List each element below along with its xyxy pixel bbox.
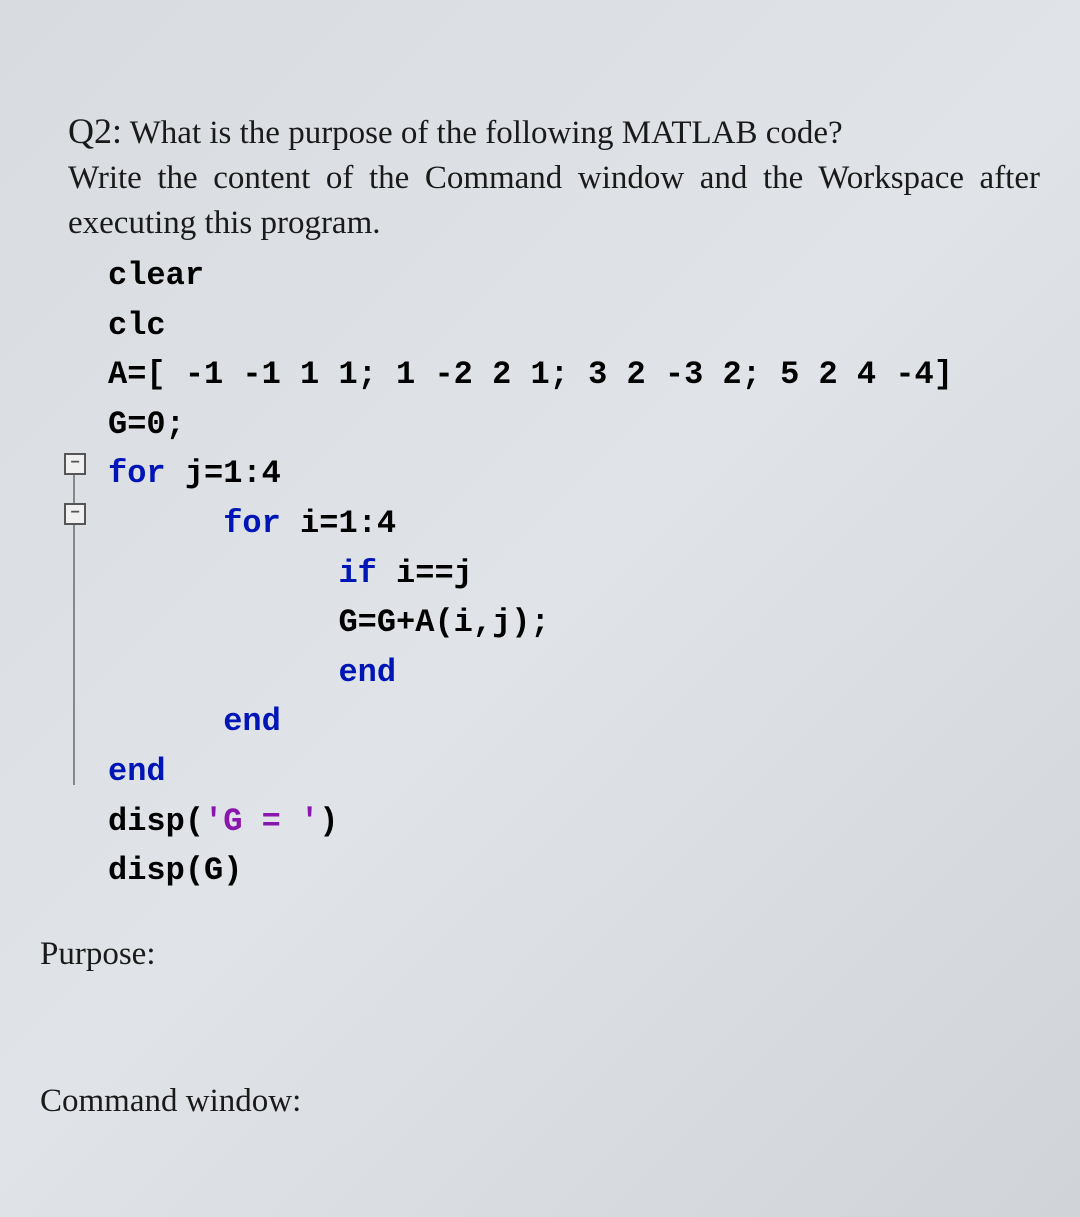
code-token: end xyxy=(223,703,281,740)
code-line: if i==j xyxy=(108,549,1040,599)
page: Q2: What is the purpose of the following… xyxy=(0,0,1080,1217)
question-title: What is the purpose of the following MAT… xyxy=(130,115,843,151)
code-line: disp('G = ') xyxy=(108,797,1040,847)
purpose-label: Purpose: xyxy=(40,936,1040,973)
code-line: end xyxy=(108,697,1040,747)
code-token: G=G+A(i,j); xyxy=(338,604,549,641)
code-line: G=G+A(i,j); xyxy=(108,598,1040,648)
code-token: clc xyxy=(108,307,166,344)
code-line: end xyxy=(108,747,1040,797)
code-token: disp(G) xyxy=(108,852,242,889)
code-token: j=1:4 xyxy=(166,455,281,492)
code-token: i==j xyxy=(377,555,473,592)
code-line: clear xyxy=(108,251,1040,301)
code-block: − − clearclcA=[ -1 -1 1 1; 1 -2 2 1; 3 2… xyxy=(108,251,1040,896)
code-token: ) xyxy=(319,803,338,840)
code-line: end xyxy=(108,648,1040,698)
code-line: clc xyxy=(108,301,1040,351)
code-token: clear xyxy=(108,257,204,294)
code-token: end xyxy=(338,654,396,691)
code-token: if xyxy=(338,555,376,592)
question-heading: Q2: What is the purpose of the following… xyxy=(68,110,1040,152)
question-label: Q2: xyxy=(68,111,122,151)
code-token: A=[ -1 -1 1 1; 1 -2 2 1; 3 2 -3 2; 5 2 4… xyxy=(108,356,953,393)
code-line: for i=1:4 xyxy=(108,499,1040,549)
command-window-label: Command window: xyxy=(40,1083,1040,1120)
code-lines: clear clc A=[ -1 -1 1 1; 1 -2 2 1; 3 2 -3 … xyxy=(108,251,1040,896)
fold-icon: − xyxy=(64,453,86,475)
code-line: disp(G) xyxy=(108,846,1040,896)
code-line: G=0; xyxy=(108,400,1040,450)
code-token: i=1:4 xyxy=(281,505,396,542)
code-token: G=0; xyxy=(108,406,185,443)
code-token: for xyxy=(223,505,281,542)
code-token: end xyxy=(108,753,166,790)
fold-icon: − xyxy=(64,503,86,525)
code-token: 'G = ' xyxy=(204,803,319,840)
code-line: A=[ -1 -1 1 1; 1 -2 2 1; 3 2 -3 2; 5 2 4… xyxy=(108,350,1040,400)
fold-line xyxy=(73,525,75,785)
fold-line xyxy=(73,475,75,503)
code-token: for xyxy=(108,455,166,492)
code-token: disp( xyxy=(108,803,204,840)
code-line: for j=1:4 xyxy=(108,449,1040,499)
question-instruction: Write the content of the Command window … xyxy=(68,156,1040,245)
